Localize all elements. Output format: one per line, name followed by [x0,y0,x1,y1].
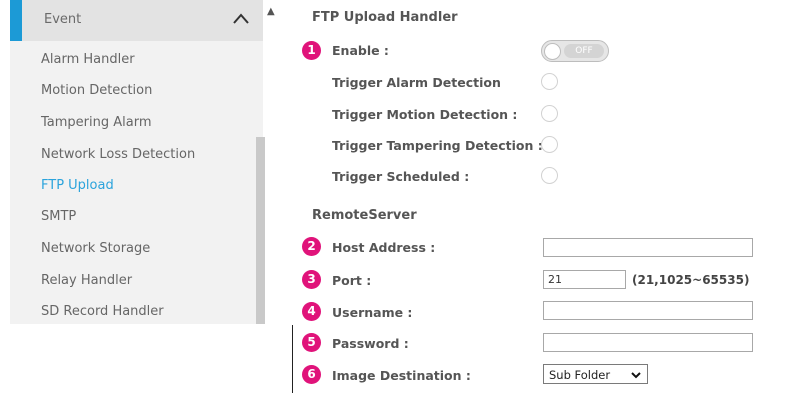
enable-label: Enable : [332,43,389,58]
toggle-state-text: OFF [564,44,604,58]
image-destination-label: Image Destination : [332,368,471,383]
page-title: FTP Upload Handler [312,10,458,25]
divider [292,325,293,393]
sidebar-item-tampering-alarm[interactable]: Tampering Alarm [41,115,152,130]
image-destination-select[interactable]: Sub Folder [543,364,648,384]
username-label: Username : [332,305,413,320]
sidebar-item-network-storage[interactable]: Network Storage [41,241,150,256]
sidebar-item-motion-detection[interactable]: Motion Detection [41,83,152,98]
sidebar-item-sd-record-handler[interactable]: SD Record Handler [41,304,164,319]
password-input[interactable] [543,333,753,352]
trigger-alarm-radio[interactable] [541,73,558,90]
sidebar-item-network-loss-detection[interactable]: Network Loss Detection [41,147,195,162]
sidebar-item-relay-handler[interactable]: Relay Handler [41,273,132,288]
trigger-scheduled-label: Trigger Scheduled : [332,169,470,184]
sidebar: Event Alarm Handler Motion Detection Tam… [10,0,263,324]
sidebar-item-ftp-upload[interactable]: FTP Upload [41,178,114,193]
enable-toggle[interactable]: OFF [541,40,609,62]
chevron-down-icon [631,372,641,379]
password-label: Password : [332,336,409,351]
step-badge-6: 6 [302,365,321,384]
sidebar-scrollbar-thumb[interactable] [256,137,265,324]
trigger-motion-label: Trigger Motion Detection : [332,107,518,122]
image-destination-value: Sub Folder [549,368,611,382]
port-label: Port : [332,273,372,288]
host-address-label: Host Address : [332,240,436,255]
step-badge-4: 4 [302,302,321,321]
chevron-up-icon[interactable] [231,9,251,29]
sidebar-item-smtp[interactable]: SMTP [41,209,76,224]
step-badge-2: 2 [302,237,321,256]
username-input[interactable] [543,301,753,320]
sidebar-item-alarm-handler[interactable]: Alarm Handler [41,52,135,67]
step-badge-1: 1 [302,41,321,60]
toggle-knob [544,43,561,60]
trigger-motion-radio[interactable] [541,105,558,122]
sidebar-section-title: Event [44,12,82,27]
step-badge-5: 5 [302,333,321,352]
sidebar-section-event[interactable]: Event [10,0,263,41]
trigger-tampering-label: Trigger Tampering Detection : [332,138,543,153]
port-range-hint: (21,1025~65535) [632,273,750,287]
host-address-input[interactable] [543,238,753,257]
trigger-alarm-label: Trigger Alarm Detection [332,75,501,90]
port-input[interactable] [543,270,626,289]
scroll-up-arrow-icon[interactable]: ▲ [267,6,275,17]
trigger-tampering-radio[interactable] [541,136,558,153]
step-badge-3: 3 [302,270,321,289]
remote-server-title: RemoteServer [312,208,417,223]
trigger-scheduled-radio[interactable] [541,167,558,184]
